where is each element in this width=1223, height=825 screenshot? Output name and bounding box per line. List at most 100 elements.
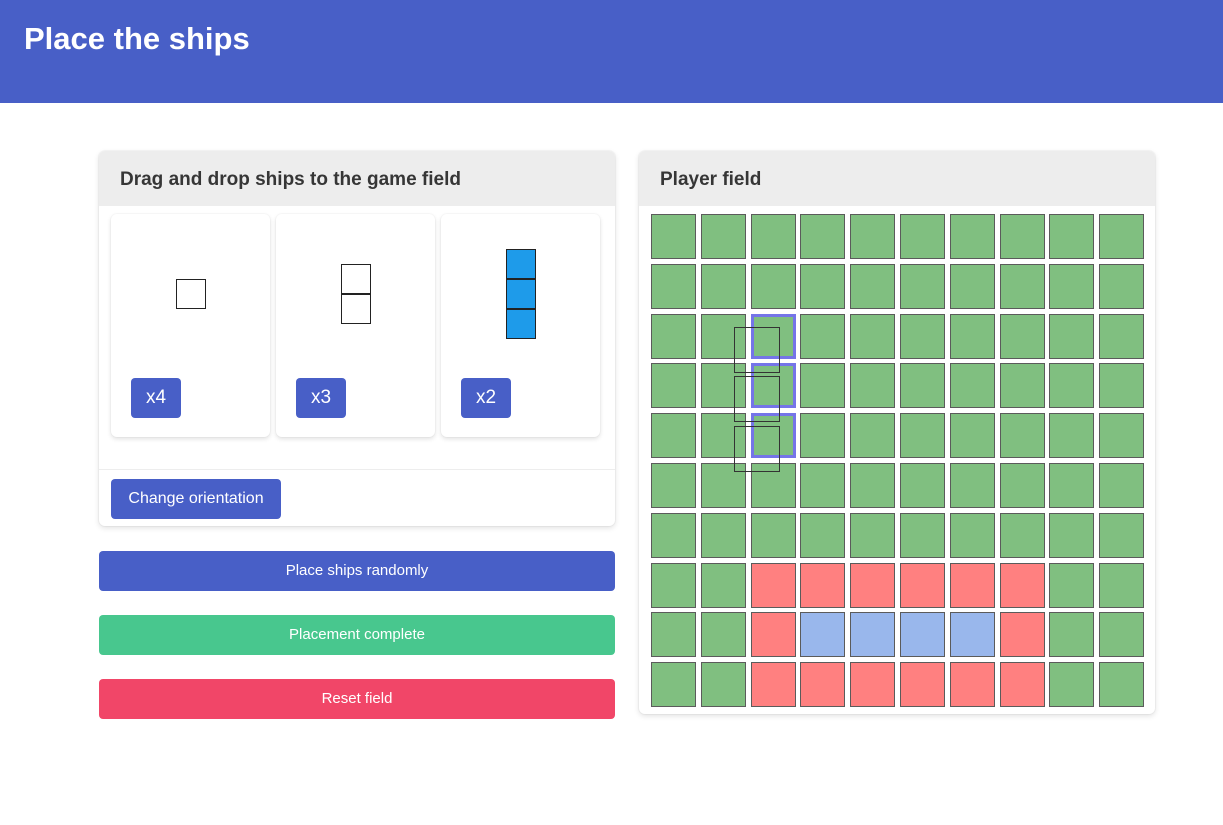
field-cell-water[interactable] [1000, 363, 1045, 408]
field-cell-blocked[interactable] [950, 563, 995, 608]
field-cell-water[interactable] [1049, 214, 1094, 259]
field-cell-hover[interactable] [751, 413, 796, 458]
field-cell-water[interactable] [850, 463, 895, 508]
field-cell-water[interactable] [651, 363, 696, 408]
field-cell-water[interactable] [1049, 363, 1094, 408]
field-cell-water[interactable] [800, 264, 845, 309]
field-cell-water[interactable] [950, 463, 995, 508]
field-cell-water[interactable] [1049, 314, 1094, 359]
field-cell-water[interactable] [701, 563, 746, 608]
field-cell-water[interactable] [651, 264, 696, 309]
field-cell-blocked[interactable] [751, 662, 796, 707]
field-cell-water[interactable] [950, 314, 995, 359]
ship-option-size-2[interactable]: x3 [276, 214, 435, 437]
field-cell-blocked[interactable] [1000, 563, 1045, 608]
field-cell-water[interactable] [701, 612, 746, 657]
field-cell-water[interactable] [950, 363, 995, 408]
field-cell-water[interactable] [701, 314, 746, 359]
field-cell-water[interactable] [651, 513, 696, 558]
field-cell-water[interactable] [900, 413, 945, 458]
field-cell-water[interactable] [751, 214, 796, 259]
field-cell-water[interactable] [1000, 264, 1045, 309]
field-cell-blocked[interactable] [900, 662, 945, 707]
field-cell-water[interactable] [1049, 563, 1094, 608]
field-cell-ship[interactable] [950, 612, 995, 657]
change-orientation-button[interactable]: Change orientation [111, 479, 281, 519]
field-cell-blocked[interactable] [1000, 612, 1045, 657]
field-cell-water[interactable] [701, 513, 746, 558]
ship-cell[interactable] [341, 294, 371, 324]
field-cell-water[interactable] [800, 314, 845, 359]
field-cell-water[interactable] [900, 363, 945, 408]
field-cell-water[interactable] [1000, 214, 1045, 259]
field-cell-water[interactable] [1049, 513, 1094, 558]
field-cell-water[interactable] [701, 214, 746, 259]
field-cell-water[interactable] [900, 264, 945, 309]
field-cell-water[interactable] [850, 413, 895, 458]
field-cell-water[interactable] [1099, 413, 1144, 458]
field-cell-water[interactable] [1099, 264, 1144, 309]
field-cell-water[interactable] [800, 214, 845, 259]
field-cell-water[interactable] [1049, 413, 1094, 458]
ship-cell-selected[interactable] [506, 279, 536, 309]
field-cell-water[interactable] [1000, 413, 1045, 458]
field-cell-water[interactable] [1000, 463, 1045, 508]
field-cell-water[interactable] [751, 463, 796, 508]
field-cell-water[interactable] [1049, 612, 1094, 657]
field-cell-water[interactable] [800, 413, 845, 458]
ship-option-size-1[interactable]: x4 [111, 214, 270, 437]
field-cell-ship[interactable] [800, 612, 845, 657]
field-cell-blocked[interactable] [850, 563, 895, 608]
field-cell-hover[interactable] [751, 363, 796, 408]
field-cell-water[interactable] [1049, 463, 1094, 508]
ship-cell[interactable] [341, 264, 371, 294]
field-cell-water[interactable] [651, 563, 696, 608]
field-cell-water[interactable] [701, 413, 746, 458]
field-cell-water[interactable] [1000, 513, 1045, 558]
ship-cell-selected[interactable] [506, 309, 536, 339]
field-cell-water[interactable] [1099, 463, 1144, 508]
reset-field-button[interactable]: Reset field [99, 679, 615, 719]
field-cell-blocked[interactable] [950, 662, 995, 707]
field-cell-water[interactable] [1099, 214, 1144, 259]
field-cell-water[interactable] [1099, 363, 1144, 408]
field-cell-water[interactable] [800, 513, 845, 558]
field-cell-water[interactable] [701, 264, 746, 309]
field-cell-water[interactable] [651, 413, 696, 458]
field-cell-water[interactable] [950, 413, 995, 458]
field-cell-water[interactable] [1099, 612, 1144, 657]
field-cell-water[interactable] [900, 513, 945, 558]
field-cell-water[interactable] [850, 363, 895, 408]
field-cell-water[interactable] [751, 264, 796, 309]
field-cell-blocked[interactable] [751, 612, 796, 657]
field-cell-water[interactable] [850, 314, 895, 359]
field-cell-water[interactable] [950, 264, 995, 309]
field-cell-ship[interactable] [900, 612, 945, 657]
field-cell-water[interactable] [1049, 662, 1094, 707]
field-cell-blocked[interactable] [800, 563, 845, 608]
player-field-grid[interactable] [651, 214, 1144, 707]
field-cell-blocked[interactable] [1000, 662, 1045, 707]
field-cell-blocked[interactable] [850, 662, 895, 707]
field-cell-blocked[interactable] [800, 662, 845, 707]
field-cell-water[interactable] [1000, 314, 1045, 359]
field-cell-blocked[interactable] [751, 563, 796, 608]
field-cell-water[interactable] [651, 314, 696, 359]
placement-complete-button[interactable]: Placement complete [99, 615, 615, 655]
field-cell-water[interactable] [850, 214, 895, 259]
field-cell-water[interactable] [751, 513, 796, 558]
field-cell-water[interactable] [651, 612, 696, 657]
field-cell-water[interactable] [850, 264, 895, 309]
field-cell-water[interactable] [800, 463, 845, 508]
field-cell-blocked[interactable] [900, 563, 945, 608]
field-cell-ship[interactable] [850, 612, 895, 657]
field-cell-water[interactable] [950, 214, 995, 259]
field-cell-water[interactable] [1099, 314, 1144, 359]
field-cell-water[interactable] [900, 314, 945, 359]
field-cell-water[interactable] [1099, 563, 1144, 608]
field-cell-water[interactable] [701, 363, 746, 408]
field-cell-water[interactable] [651, 662, 696, 707]
field-cell-water[interactable] [1099, 662, 1144, 707]
field-cell-water[interactable] [1099, 513, 1144, 558]
field-cell-water[interactable] [651, 214, 696, 259]
